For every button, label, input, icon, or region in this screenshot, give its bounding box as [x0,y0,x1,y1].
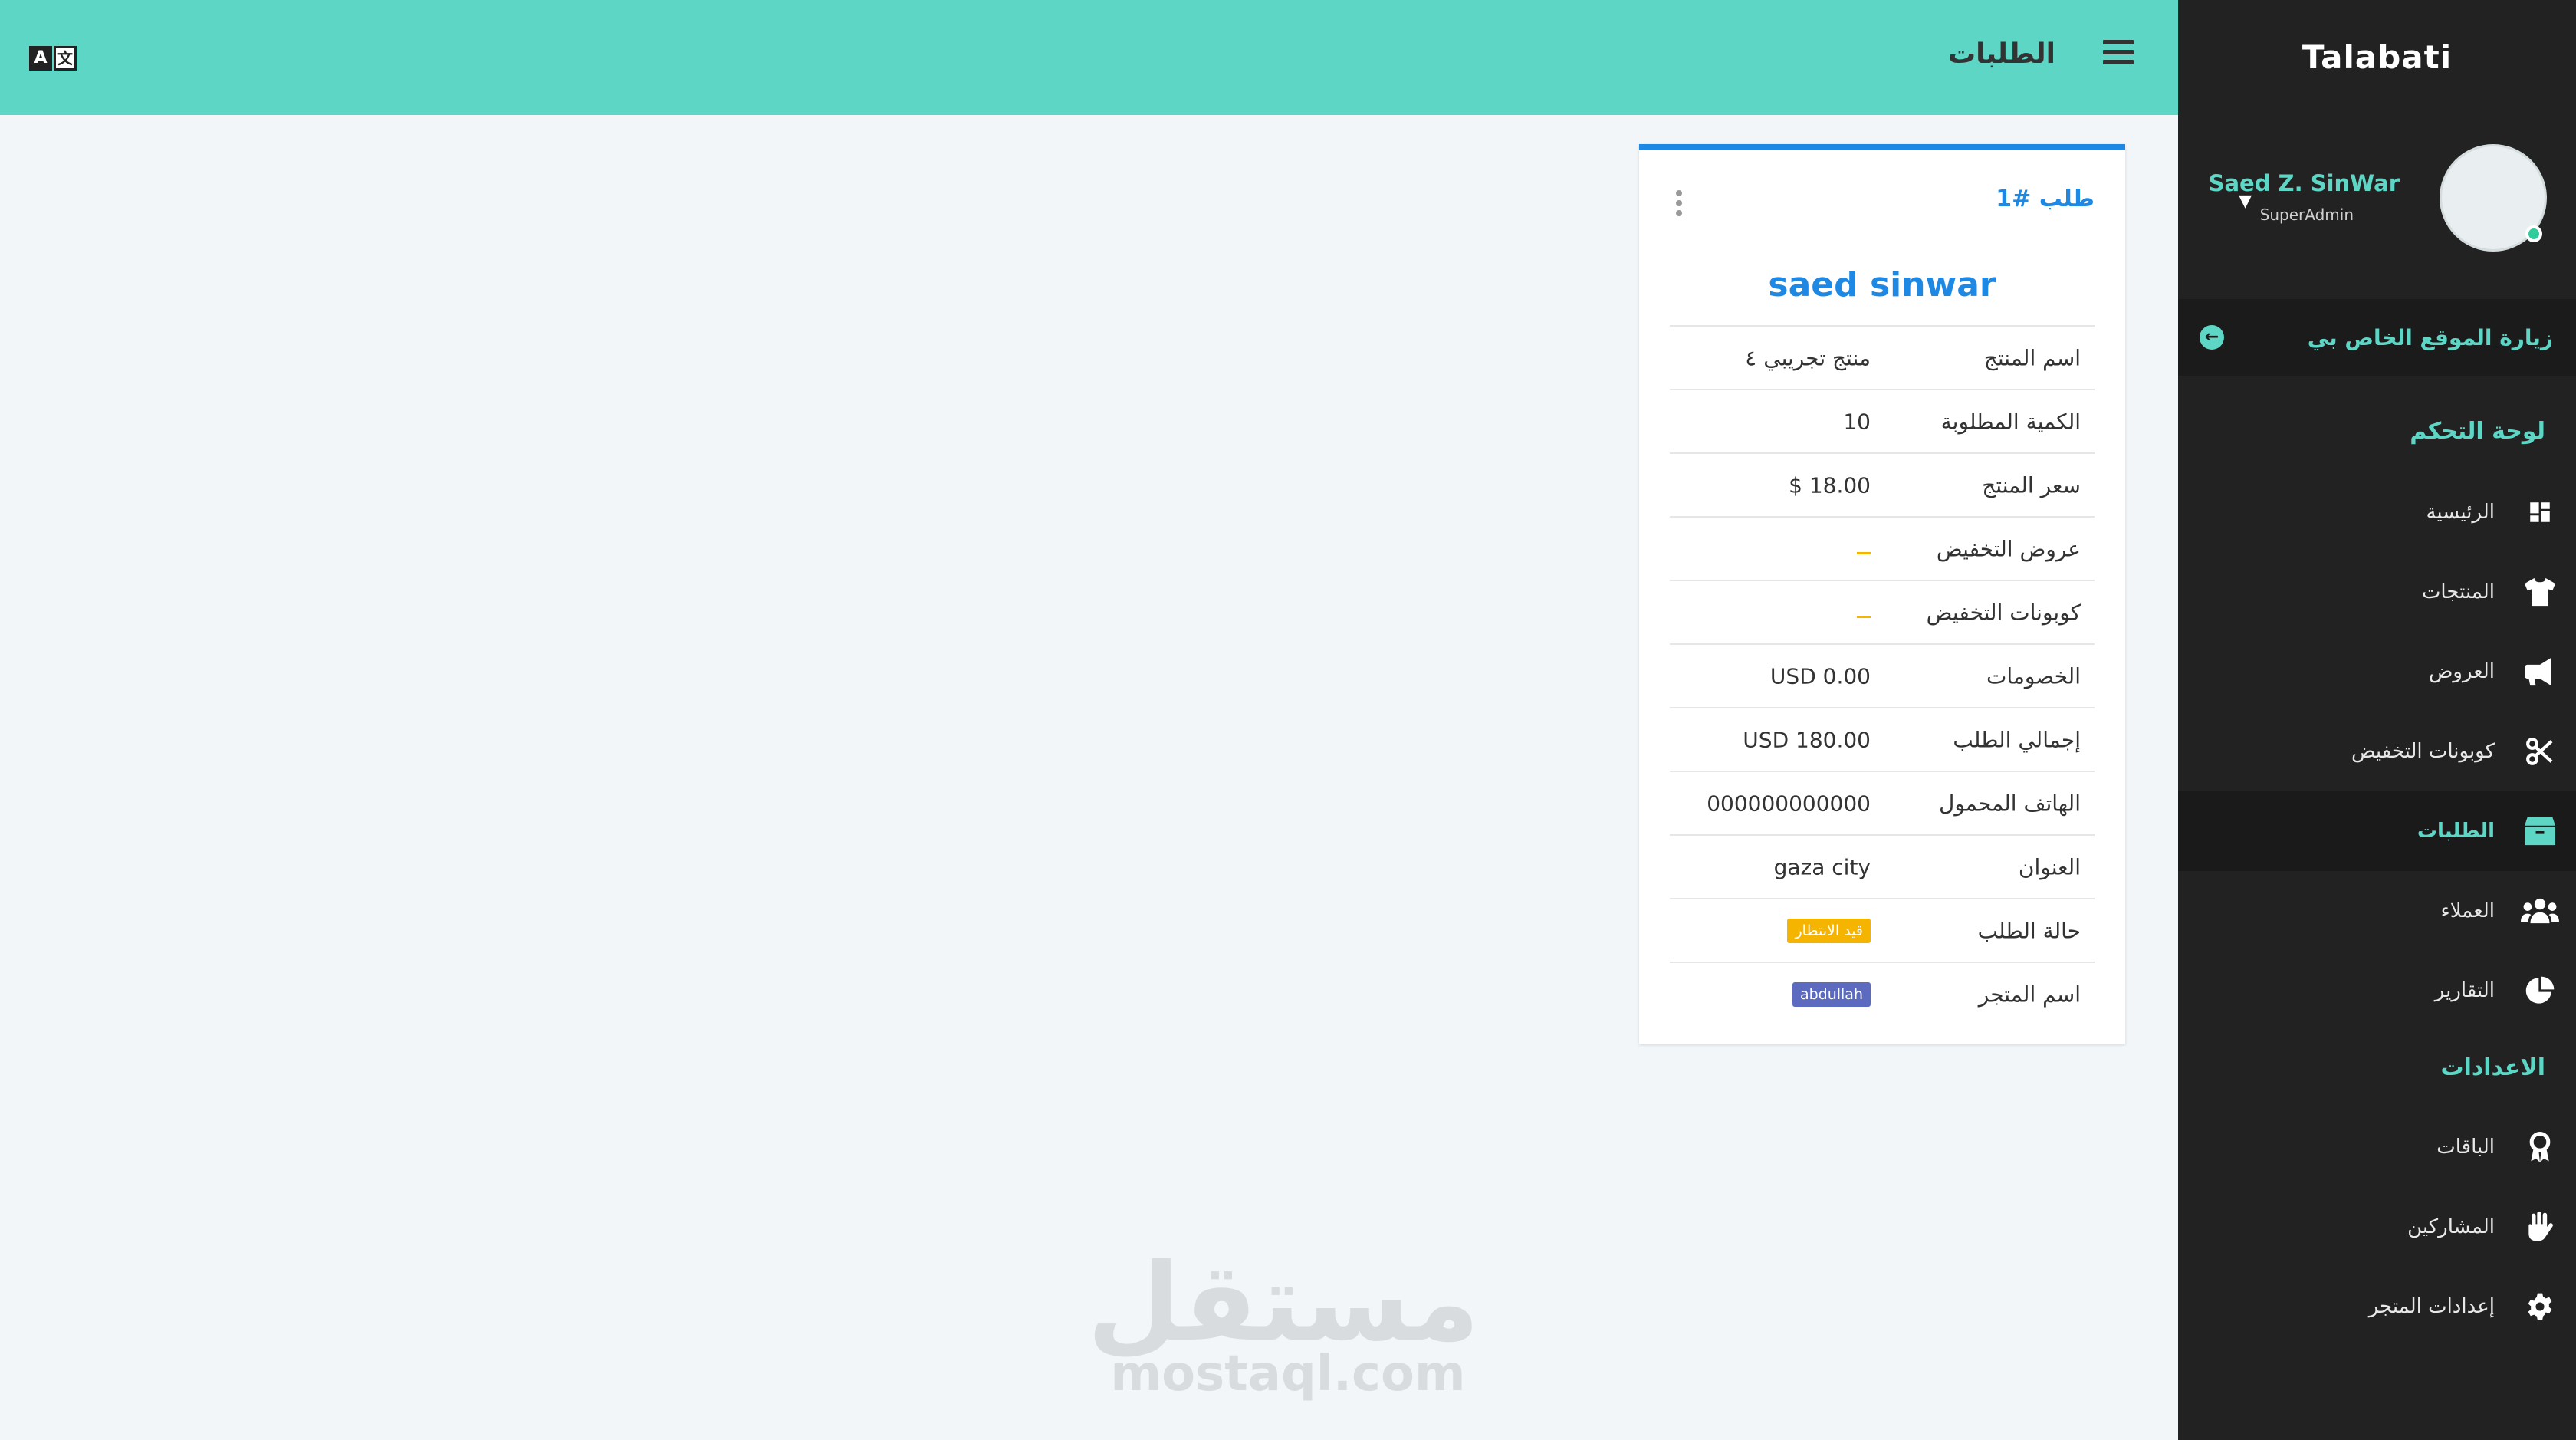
page-title: الطلبات [1947,38,2055,70]
section-title-dashboard: لوحة التحكم [2410,418,2545,445]
row-value: gaza city [1773,854,1871,879]
order-title: طلب #1 [1996,186,2095,212]
order-details-table: اسم المنتج منتج تجريبي ٤ الكمية المطلوبة… [1670,325,2095,1025]
sidebar-item-label: الباقات [2436,1136,2495,1159]
sidebar-item-products[interactable]: المنتجات [2178,552,2576,632]
award-icon [2521,1128,2559,1166]
table-row: إجمالي الطلب USD 180.00 [1670,707,2095,771]
sidebar-item-label: الطلبات [2417,820,2495,843]
row-label: الخصومات [1986,663,2081,689]
row-label: كوبونات التخفيض [1926,600,2081,625]
row-label: إجمالي الطلب [1953,727,2081,752]
table-row: اسم المتجر abdullah [1670,962,2095,1025]
row-value: $ 18.00 [1789,472,1871,498]
users-icon [2521,892,2559,930]
table-row: الخصومات USD 0.00 [1670,643,2095,707]
pie-chart-icon [2521,972,2559,1010]
status-badge: قيد الانتظار [1787,918,1871,943]
sidebar-item-customers[interactable]: العملاء [2178,871,2576,951]
visit-site-link[interactable]: ← زيارة الموقع الخاص بي [2178,299,2576,376]
user-profile: Saed Z. SinWar SuperAdmin ▼ [2178,130,2576,276]
sidebar-item-coupons[interactable]: كوبونات التخفيض [2178,712,2576,791]
row-value: منتج تجريبي ٤ [1745,345,1871,370]
row-label: الكمية المطلوبة [1940,409,2081,434]
table-row: كوبونات التخفيض [1670,580,2095,643]
sidebar-item-label: التقارير [2434,979,2495,1002]
megaphone-icon [2521,653,2559,691]
table-row: الهاتف المحمول 000000000000 [1670,771,2095,834]
sidebar-item-orders[interactable]: الطلبات [2178,791,2576,871]
tshirt-icon [2521,573,2559,611]
sidebar-item-label: العملاء [2440,899,2495,922]
row-value: 10 [1843,409,1871,434]
kebab-menu-icon[interactable] [1676,190,1684,218]
user-role: SuperAdmin [2259,205,2354,224]
watermark-latin: mostaql.com [1110,1346,1466,1402]
sidebar-item-label: المشاركين [2407,1215,2495,1238]
sidebar-item-packages[interactable]: الباقات [2178,1107,2576,1187]
sidebar: Talabati Saed Z. SinWar SuperAdmin ▼ ← ز… [2178,0,2576,1440]
row-label: اسم المتجر [1978,981,2081,1007]
sidebar-item-store-settings[interactable]: إعدادات المتجر [2178,1267,2576,1346]
box-icon [2521,812,2559,850]
row-label: اسم المنتج [1983,345,2081,370]
row-label: الهاتف المحمول [1939,791,2081,816]
table-row: سعر المنتج $ 18.00 [1670,452,2095,516]
online-status-icon [2525,225,2542,242]
table-row: اسم المنتج منتج تجريبي ٤ [1670,325,2095,389]
sidebar-item-reports[interactable]: التقارير [2178,951,2576,1031]
sidebar-item-label: المنتجات [2421,580,2495,603]
sidebar-item-home[interactable]: الرئيسية [2178,472,2576,552]
top-bar: A 文 الطلبات [0,0,2178,115]
sidebar-item-label: إعدادات المتجر [2368,1295,2495,1318]
row-label: العنوان [2018,854,2081,879]
caret-down-icon[interactable]: ▼ [2239,192,2252,211]
lang-icon-cjk: 文 [54,46,77,71]
row-label: سعر المنتج [1982,472,2081,498]
hand-icon [2521,1208,2559,1246]
sidebar-item-offers[interactable]: العروض [2178,632,2576,712]
watermark: مستقل mostaql.com [1086,1241,1480,1402]
sidebar-item-label: كوبونات التخفيض [2351,740,2495,763]
row-value: USD 0.00 [1769,663,1871,689]
lang-icon-latin: A [29,46,52,71]
visit-site-label: زيارة الموقع الخاص بي [2307,324,2553,350]
language-toggle-icon[interactable]: A 文 [29,46,77,71]
order-card: طلب #1 saed sinwar اسم المنتج منتج تجريب… [1639,144,2125,1044]
table-row: العنوان gaza city [1670,834,2095,898]
dashboard-icon [2521,493,2559,531]
gear-icon [2521,1287,2559,1326]
watermark-arabic: مستقل [1086,1241,1480,1366]
empty-value-dash [1857,615,1871,618]
table-row: حالة الطلب قيد الانتظار [1670,898,2095,962]
row-label: عروض التخفيض [1936,536,2081,561]
empty-value-dash [1857,551,1871,554]
sidebar-item-label: الرئيسية [2426,501,2495,524]
sidebar-item-label: العروض [2428,660,2495,683]
store-badge: abdullah [1792,981,1871,1007]
customer-name: saed sinwar [1768,265,1996,304]
table-row: عروض التخفيض [1670,516,2095,580]
brand-logo[interactable]: Talabati [2178,0,2576,113]
sidebar-item-participants[interactable]: المشاركين [2178,1187,2576,1267]
hamburger-menu-icon[interactable] [2103,40,2134,71]
user-name[interactable]: Saed Z. SinWar [2209,170,2400,196]
table-row: الكمية المطلوبة 10 [1670,389,2095,452]
row-value: 000000000000 [1707,791,1871,816]
arrow-left-circle-icon: ← [2200,325,2224,350]
row-value: USD 180.00 [1743,727,1871,752]
row-label: حالة الطلب [1977,918,2081,943]
section-title-settings: الاعدادات [2440,1054,2545,1081]
scissors-icon [2521,732,2559,771]
